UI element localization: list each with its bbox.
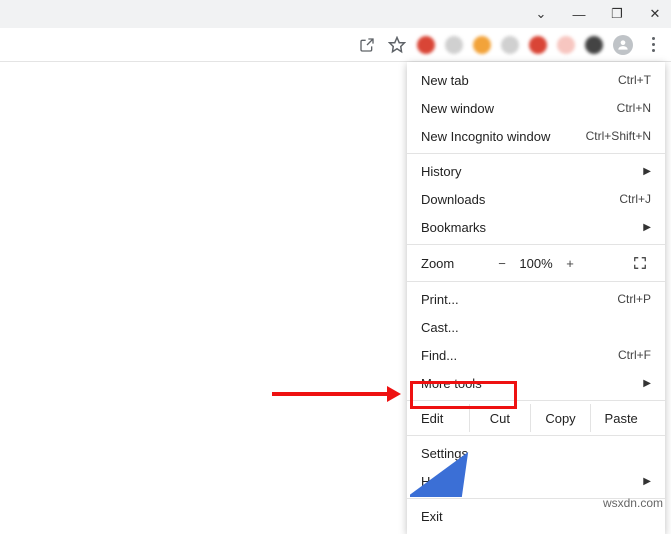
menu-item-zoom: Zoom − 100% + xyxy=(407,248,665,278)
zoom-out-button[interactable]: − xyxy=(491,256,513,271)
menu-item-label: Find... xyxy=(421,348,618,363)
minimize-button[interactable]: — xyxy=(571,6,587,22)
browser-toolbar xyxy=(0,28,671,62)
submenu-arrow-icon: ▶ xyxy=(643,222,651,233)
fullscreen-button[interactable] xyxy=(629,256,651,270)
menu-item-print[interactable]: Print... Ctrl+P xyxy=(407,285,665,313)
menu-item-label: Print... xyxy=(421,292,617,307)
maximize-button[interactable]: ❐ xyxy=(609,6,625,22)
fullscreen-icon xyxy=(633,256,647,270)
menu-item-shortcut: Ctrl+N xyxy=(617,101,651,115)
menu-separator xyxy=(407,281,665,282)
submenu-arrow-icon: ▶ xyxy=(643,378,651,389)
copy-button[interactable]: Copy xyxy=(530,404,591,432)
extension-icon[interactable] xyxy=(417,36,435,54)
tab-dropdown-icon[interactable]: ⌄ xyxy=(533,6,549,22)
menu-separator xyxy=(407,153,665,154)
menu-separator xyxy=(407,244,665,245)
menu-item-new-tab[interactable]: New tab Ctrl+T xyxy=(407,66,665,94)
submenu-arrow-icon: ▶ xyxy=(643,166,651,177)
window-titlebar: ⌄ — ❐ ✕ xyxy=(0,0,671,28)
three-dots-icon xyxy=(652,37,655,52)
extension-icon[interactable] xyxy=(501,36,519,54)
menu-item-label: Exit xyxy=(421,509,651,524)
extension-icon[interactable] xyxy=(445,36,463,54)
extension-icon[interactable] xyxy=(473,36,491,54)
menu-item-label: Cast... xyxy=(421,320,651,335)
page-background-shape xyxy=(410,452,480,502)
menu-separator xyxy=(407,435,665,436)
menu-item-label: New tab xyxy=(421,73,618,88)
watermark-text: wsxdn.com xyxy=(603,496,663,510)
menu-item-history[interactable]: History ▶ xyxy=(407,157,665,185)
share-icon[interactable] xyxy=(357,35,377,55)
menu-item-shortcut: Ctrl+T xyxy=(618,73,651,87)
paste-button[interactable]: Paste xyxy=(590,404,651,432)
bookmark-star-icon[interactable] xyxy=(387,35,407,55)
menu-item-bookmarks[interactable]: Bookmarks ▶ xyxy=(407,213,665,241)
menu-item-label: New Incognito window xyxy=(421,129,586,144)
extension-icon[interactable] xyxy=(557,36,575,54)
zoom-in-button[interactable]: + xyxy=(559,256,581,271)
profile-avatar-icon[interactable] xyxy=(613,35,633,55)
menu-item-find[interactable]: Find... Ctrl+F xyxy=(407,341,665,369)
menu-item-shortcut: Ctrl+P xyxy=(617,292,651,306)
menu-button[interactable] xyxy=(643,35,663,55)
zoom-label: Zoom xyxy=(421,256,491,271)
edit-label: Edit xyxy=(421,411,469,426)
submenu-arrow-icon: ▶ xyxy=(643,476,651,487)
menu-item-label: History xyxy=(421,164,643,179)
menu-item-new-incognito[interactable]: New Incognito window Ctrl+Shift+N xyxy=(407,122,665,150)
menu-item-downloads[interactable]: Downloads Ctrl+J xyxy=(407,185,665,213)
menu-item-shortcut: Ctrl+F xyxy=(618,348,651,362)
menu-item-cast[interactable]: Cast... xyxy=(407,313,665,341)
menu-item-new-window[interactable]: New window Ctrl+N xyxy=(407,94,665,122)
menu-item-label: New window xyxy=(421,101,617,116)
menu-item-shortcut: Ctrl+Shift+N xyxy=(586,129,651,143)
menu-item-shortcut: Ctrl+J xyxy=(619,192,651,206)
zoom-value: 100% xyxy=(513,256,559,271)
close-button[interactable]: ✕ xyxy=(647,6,663,22)
menu-item-edit: Edit Cut Copy Paste xyxy=(407,404,665,432)
menu-separator xyxy=(407,400,665,401)
cut-button[interactable]: Cut xyxy=(469,404,530,432)
menu-item-label: More tools xyxy=(421,376,643,391)
annotation-arrow xyxy=(272,386,401,402)
menu-item-more-tools[interactable]: More tools ▶ xyxy=(407,369,665,397)
menu-item-label: Downloads xyxy=(421,192,619,207)
extension-icon[interactable] xyxy=(585,36,603,54)
extension-icon[interactable] xyxy=(529,36,547,54)
menu-item-label: Bookmarks xyxy=(421,220,643,235)
